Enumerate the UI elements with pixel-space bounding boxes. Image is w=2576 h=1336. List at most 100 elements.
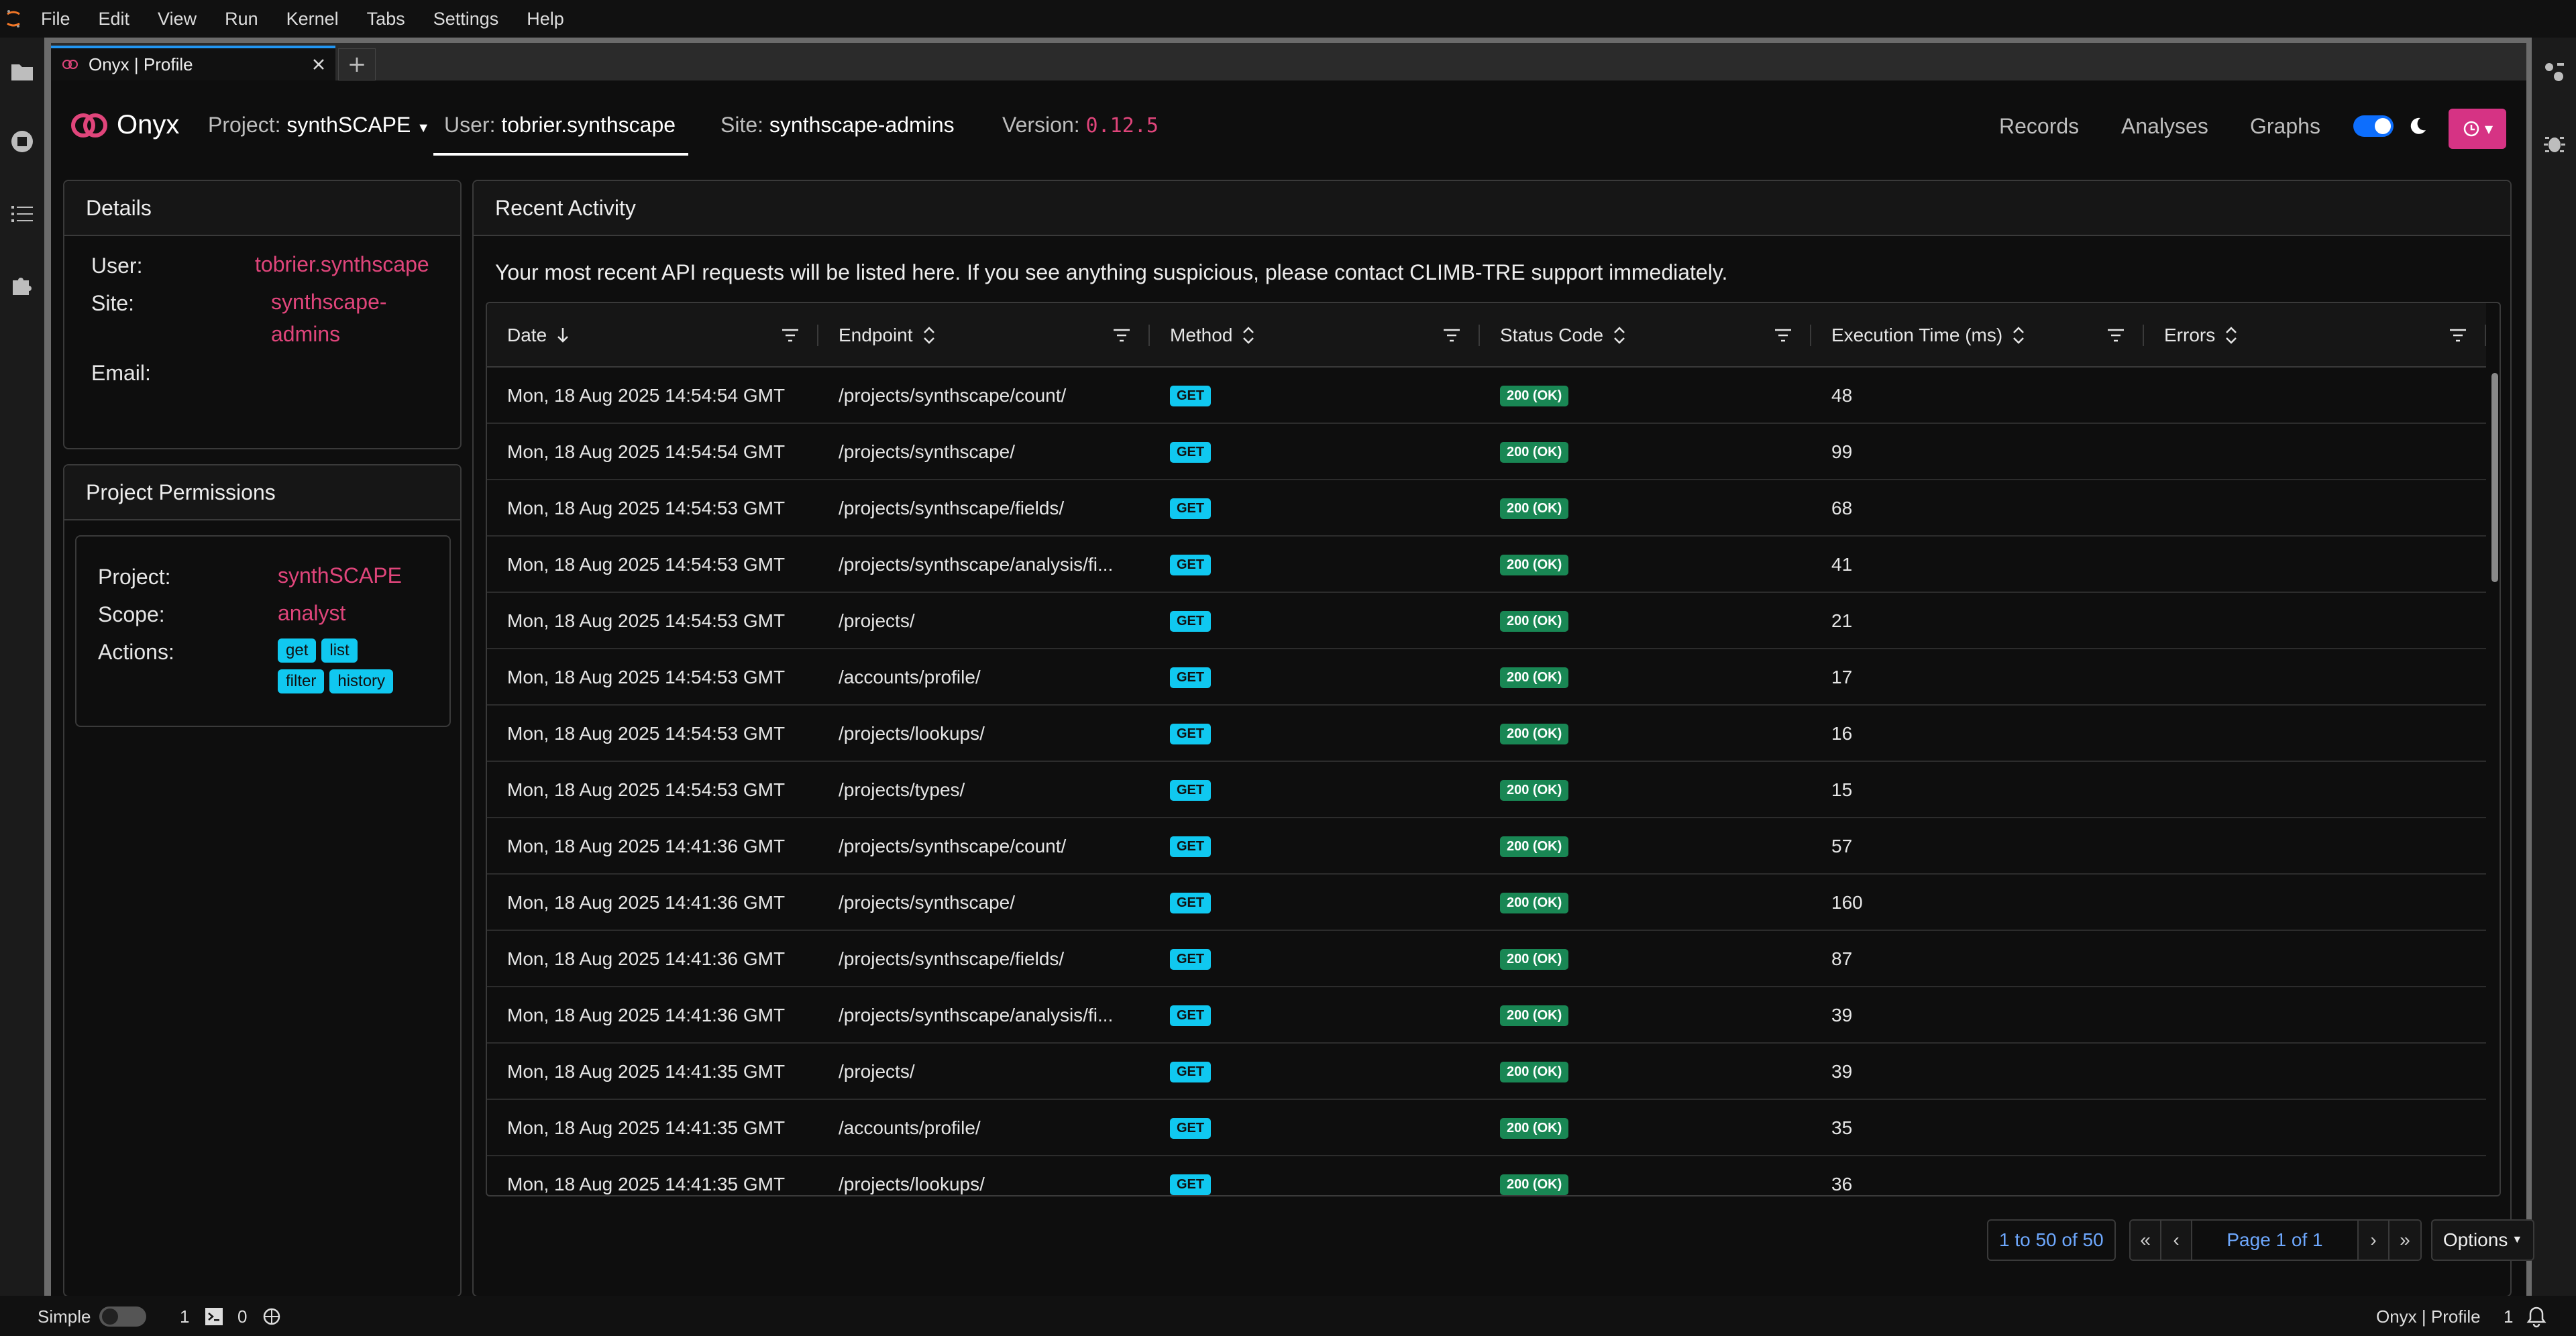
table-row[interactable]: Mon, 18 Aug 2025 14:54:54 GMT/projects/s… xyxy=(487,368,2486,424)
cell-execution-time: 48 xyxy=(1831,385,1853,406)
cell-errors xyxy=(2144,762,2486,818)
scrollbar-thumb[interactable] xyxy=(2491,373,2498,582)
cell-execution-time: 35 xyxy=(1831,1117,1853,1138)
cell-errors xyxy=(2144,706,2486,762)
next-page-button[interactable]: › xyxy=(2359,1221,2390,1260)
menu-kernel[interactable]: Kernel xyxy=(272,9,353,30)
status-badge: 200 (OK) xyxy=(1500,385,1569,406)
filter-icon[interactable] xyxy=(1772,326,1794,345)
onyx-navbar: Onyx Project: synthSCAPE ▼ User: tobrier… xyxy=(51,80,2526,174)
debugger-icon[interactable] xyxy=(2542,131,2567,156)
terminal-count[interactable]: 1 xyxy=(180,1306,189,1327)
table-row[interactable]: Mon, 18 Aug 2025 14:41:35 GMT/accounts/p… xyxy=(487,1100,2486,1156)
nav-link-analyses[interactable]: Analyses xyxy=(2121,114,2208,139)
filter-icon[interactable] xyxy=(780,326,801,345)
project-dropdown[interactable]: Project: synthSCAPE ▼ xyxy=(208,113,430,137)
property-inspector-icon[interactable] xyxy=(2542,60,2567,85)
column-header-execution-time[interactable]: Execution Time (ms) xyxy=(1811,303,2144,368)
extensions-icon[interactable] xyxy=(9,272,35,298)
onyx-brand[interactable]: Onyx xyxy=(70,110,179,140)
site-value: synthscape-admins xyxy=(769,113,955,137)
column-header-endpoint[interactable]: Endpoint xyxy=(818,303,1150,368)
folder-icon[interactable] xyxy=(9,59,35,85)
dark-mode-toggle[interactable] xyxy=(2353,115,2394,137)
table-row[interactable]: Mon, 18 Aug 2025 14:54:53 GMT/projects/l… xyxy=(487,706,2486,762)
cell-status-code: 200 (OK) xyxy=(1480,537,1811,593)
filter-icon[interactable] xyxy=(2447,326,2469,345)
first-page-button[interactable]: « xyxy=(2131,1221,2161,1260)
sort-icon[interactable] xyxy=(922,325,936,345)
table-row[interactable]: Mon, 18 Aug 2025 14:41:35 GMT/projects/l… xyxy=(487,1156,2486,1195)
nav-link-graphs[interactable]: Graphs xyxy=(2250,114,2320,139)
options-dropdown-button[interactable]: Options ▼ xyxy=(2431,1219,2534,1261)
column-header-status-code[interactable]: Status Code xyxy=(1480,303,1811,368)
cell-endpoint: /accounts/profile/ xyxy=(839,667,981,687)
bell-icon[interactable] xyxy=(2525,1305,2548,1328)
cell-date: Mon, 18 Aug 2025 14:54:53 GMT xyxy=(507,723,786,744)
jupyter-logo-icon xyxy=(0,0,27,38)
new-tab-button[interactable]: + xyxy=(338,48,376,80)
column-header-date[interactable]: Date xyxy=(487,303,818,368)
cell-endpoint: /projects/lookups/ xyxy=(839,1174,985,1194)
close-icon[interactable] xyxy=(311,57,326,72)
terminal-icon xyxy=(205,1308,223,1325)
cell-method: GET xyxy=(1150,480,1480,537)
recent-activity-button[interactable]: ▼ xyxy=(2449,109,2506,149)
filter-icon[interactable] xyxy=(2105,326,2127,345)
table-row[interactable]: Mon, 18 Aug 2025 14:54:53 GMT/accounts/p… xyxy=(487,649,2486,706)
perm-project-label: Project: xyxy=(98,565,171,589)
sort-icon[interactable] xyxy=(1613,325,1626,345)
method-badge: GET xyxy=(1170,1174,1212,1195)
menu-edit[interactable]: Edit xyxy=(85,9,144,30)
cell-status-code: 200 (OK) xyxy=(1480,649,1811,706)
right-sidebar xyxy=(2532,38,2576,1296)
table-row[interactable]: Mon, 18 Aug 2025 14:54:53 GMT/projects/t… xyxy=(487,762,2486,818)
table-row[interactable]: Mon, 18 Aug 2025 14:54:53 GMT/projects/s… xyxy=(487,537,2486,593)
simple-mode-toggle[interactable] xyxy=(99,1306,146,1327)
sort-descending-icon[interactable] xyxy=(556,325,570,345)
table-row[interactable]: Mon, 18 Aug 2025 14:41:36 GMT/projects/s… xyxy=(487,987,2486,1044)
cell-date: Mon, 18 Aug 2025 14:41:36 GMT xyxy=(507,948,786,969)
cell-date: Mon, 18 Aug 2025 14:54:53 GMT xyxy=(507,779,786,800)
nav-link-records[interactable]: Records xyxy=(1999,114,2079,139)
tab-onyx-profile[interactable]: Onyx | Profile xyxy=(51,46,335,80)
menu-run[interactable]: Run xyxy=(211,9,272,30)
table-row[interactable]: Mon, 18 Aug 2025 14:41:36 GMT/projects/s… xyxy=(487,818,2486,875)
table-row[interactable]: Mon, 18 Aug 2025 14:54:53 GMT/projects/G… xyxy=(487,593,2486,649)
menu-settings[interactable]: Settings xyxy=(419,9,513,30)
vertical-scrollbar[interactable] xyxy=(2487,368,2500,1195)
filter-icon[interactable] xyxy=(1441,326,1462,345)
menu-help[interactable]: Help xyxy=(513,9,578,30)
column-header-method[interactable]: Method xyxy=(1150,303,1480,368)
cell-execution-time: 39 xyxy=(1831,1061,1853,1082)
column-header-errors[interactable]: Errors xyxy=(2144,303,2486,368)
permissions-card-title: Project Permissions xyxy=(64,465,460,520)
menu-file[interactable]: File xyxy=(27,9,85,30)
row-count-summary: 1 to 50 of 50 xyxy=(1987,1219,2116,1261)
cell-errors xyxy=(2144,875,2486,931)
table-row[interactable]: Mon, 18 Aug 2025 14:41:35 GMT/projects/G… xyxy=(487,1044,2486,1100)
kernel-count[interactable]: 0 xyxy=(237,1306,247,1327)
table-of-contents-icon[interactable] xyxy=(9,201,35,227)
column-separator[interactable] xyxy=(2485,325,2486,346)
table-row[interactable]: Mon, 18 Aug 2025 14:54:54 GMT/projects/s… xyxy=(487,424,2486,480)
table-row[interactable]: Mon, 18 Aug 2025 14:41:36 GMT/projects/s… xyxy=(487,931,2486,987)
sort-icon[interactable] xyxy=(2224,325,2238,345)
perm-actions-list: get list filter history xyxy=(278,638,439,700)
sort-icon[interactable] xyxy=(1242,325,1255,345)
running-kernels-icon[interactable] xyxy=(9,129,35,154)
menu-tabs[interactable]: Tabs xyxy=(353,9,419,30)
sort-icon[interactable] xyxy=(2012,325,2025,345)
cell-date: Mon, 18 Aug 2025 14:41:36 GMT xyxy=(507,836,786,856)
table-row[interactable]: Mon, 18 Aug 2025 14:41:36 GMT/projects/s… xyxy=(487,875,2486,931)
status-badge: 200 (OK) xyxy=(1500,610,1569,632)
table-row[interactable]: Mon, 18 Aug 2025 14:54:53 GMT/projects/s… xyxy=(487,480,2486,537)
grid-body: Mon, 18 Aug 2025 14:54:54 GMT/projects/s… xyxy=(487,368,2486,1195)
previous-page-button[interactable]: ‹ xyxy=(2161,1221,2192,1260)
filter-icon[interactable] xyxy=(1111,326,1132,345)
cell-status-code: 200 (OK) xyxy=(1480,706,1811,762)
method-badge: GET xyxy=(1170,1061,1212,1082)
menu-view[interactable]: View xyxy=(144,9,211,30)
user-nav-item[interactable]: User: tobrier.synthscape xyxy=(444,113,676,137)
last-page-button[interactable]: » xyxy=(2390,1221,2420,1260)
